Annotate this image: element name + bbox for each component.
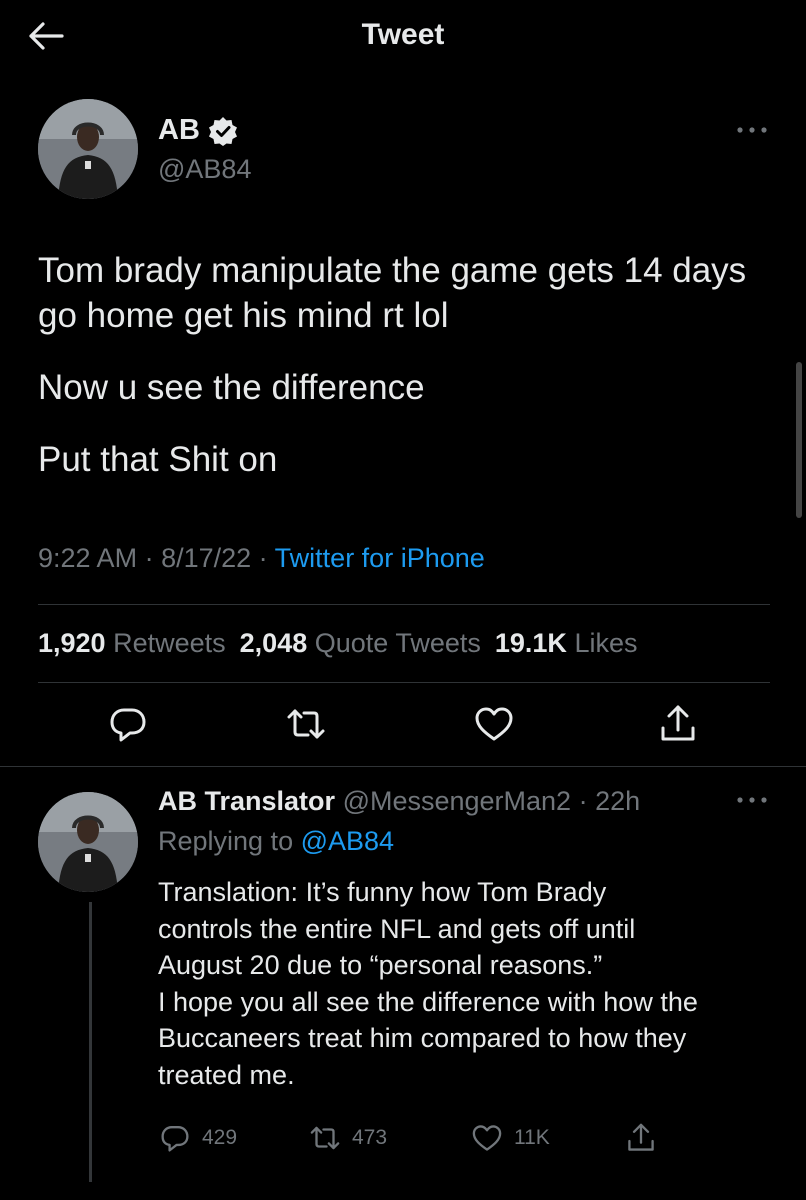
share-icon[interactable] [656, 702, 700, 746]
page-title: Tweet [361, 18, 445, 51]
tweet-line: Now u see the difference [38, 368, 425, 407]
reply-avatar[interactable] [38, 792, 138, 892]
reply-retweet-button[interactable]: 473 [308, 1121, 387, 1155]
reply-line: August 20 due to “personal reasons.” [158, 950, 603, 980]
share-icon [624, 1121, 658, 1155]
retweet-icon[interactable] [284, 702, 328, 746]
scrollbar[interactable] [796, 362, 802, 518]
reply-share-button[interactable] [624, 1121, 658, 1155]
tweet-text: Tom brady manipulate the game gets 14 da… [38, 248, 778, 482]
like-icon[interactable] [472, 702, 516, 746]
quotes-label: Quote Tweets [314, 628, 481, 658]
reply-icon [158, 1121, 192, 1155]
tweet-stats: 1,920 Retweets 2,048 Quote Tweets 19.1K Li… [38, 628, 651, 659]
like-count: 11K [514, 1126, 550, 1149]
reply-more-icon[interactable] [732, 790, 772, 810]
retweet-count: 473 [352, 1126, 388, 1149]
likes-stat[interactable]: 19.1K Likes [495, 628, 652, 658]
retweet-icon [308, 1121, 342, 1155]
reply-line: Translation: It’s funny how Tom Brady [158, 877, 607, 907]
like-icon [470, 1121, 504, 1155]
reply-line: controls the entire NFL and gets off unt… [158, 913, 636, 944]
reply-count: 429 [202, 1126, 238, 1149]
likes-label: Likes [574, 628, 638, 658]
reply-line: I hope you all see the difference with h… [158, 986, 698, 1017]
reply-like-button[interactable]: 11K [470, 1121, 550, 1155]
verified-badge-icon [208, 116, 238, 146]
tweet-date[interactable]: 8/17/22 [161, 543, 251, 573]
reply-line: Buccaneers treat him compared to how the… [158, 1023, 687, 1053]
reply-age[interactable]: 22h [595, 786, 640, 816]
reply-line: treated me. [158, 1059, 295, 1090]
tweet-line: Put that Shit on [38, 440, 278, 479]
quote-tweets-stat[interactable]: 2,048 Quote Tweets [240, 628, 495, 658]
tweet-time[interactable]: 9:22 AM [38, 543, 137, 573]
reply-header: AB Translator @MessengerMan2 · 22h [158, 786, 641, 816]
reply-reply-button[interactable]: 429 [158, 1121, 237, 1155]
author-handle[interactable]: @AB84 [158, 154, 251, 185]
author-name[interactable]: AB [158, 114, 200, 147]
more-icon[interactable] [732, 120, 772, 140]
reply-author-handle[interactable]: @MessengerMan2 [343, 786, 572, 816]
quotes-count: 2,048 [239, 628, 308, 658]
thread-line [89, 902, 92, 1182]
avatar[interactable] [38, 99, 138, 199]
tweet-meta: 9:22 AM · 8/17/22 · Twitter for iPhone [38, 543, 485, 573]
retweets-label: Retweets [113, 628, 226, 658]
replying-handle[interactable]: @AB84 [301, 826, 394, 856]
replying-to: Replying to @AB84 [158, 826, 394, 857]
likes-count: 19.1K [494, 628, 567, 658]
retweets-count: 1,920 [38, 628, 106, 658]
replying-prefix: Replying to [158, 826, 294, 856]
reply-text: Translation: It’s funny how Tom Brady co… [158, 874, 778, 1093]
tweet-line: Tom brady manipulate the game gets 14 da… [38, 251, 747, 335]
reply-icon[interactable] [106, 702, 150, 746]
reply-author-name[interactable]: AB Translator [158, 786, 335, 816]
retweets-stat[interactable]: 1,920 Retweets [38, 628, 240, 658]
tweet-source[interactable]: Twitter for iPhone [275, 543, 485, 573]
